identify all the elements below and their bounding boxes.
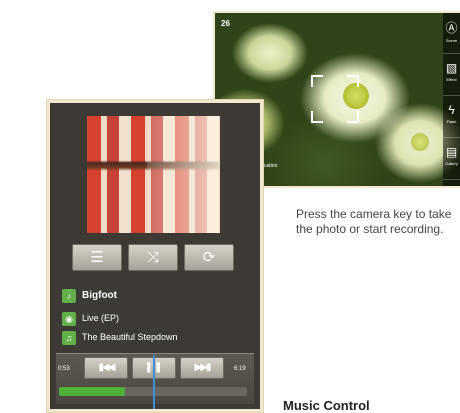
list-icon: ☰ bbox=[90, 249, 104, 266]
effect-icon: ▧ bbox=[445, 61, 458, 75]
shuffle-icon: ⤨ bbox=[146, 249, 159, 266]
music-control-heading: Music Control bbox=[283, 398, 370, 413]
artist-name: Bigfoot bbox=[82, 290, 117, 301]
previous-icon: ▮◀◀ bbox=[98, 362, 116, 373]
focus-bracket[interactable] bbox=[311, 75, 359, 123]
next-button[interactable]: ▶▶▮ bbox=[180, 357, 224, 379]
gallery-button[interactable]: ▤ Gallery bbox=[443, 139, 460, 180]
music-player: ☰ ⤨ ⟳ ♪ Bigfoot ◉ Live (EP) ♫ The Beauti… bbox=[50, 103, 260, 409]
previous-button[interactable]: ▮◀◀ bbox=[84, 357, 128, 379]
callout-pointer bbox=[153, 355, 155, 409]
playback-mode-controls: ☰ ⤨ ⟳ bbox=[72, 244, 235, 271]
shuffle-button[interactable]: ⤨ bbox=[128, 244, 178, 271]
scene-button[interactable]: Ⓐ Scene bbox=[443, 13, 460, 54]
repeat-button[interactable]: ⟳ bbox=[184, 244, 234, 271]
effect-button[interactable]: ▧ Effect bbox=[443, 55, 460, 96]
repeat-icon: ⟳ bbox=[202, 249, 216, 266]
song-title: The Beautiful Stepdown bbox=[82, 332, 178, 342]
artist-row: ♪ Bigfoot bbox=[62, 289, 252, 305]
album-art bbox=[87, 116, 220, 233]
progress-fill bbox=[59, 387, 125, 396]
music-note-icon: ♫ bbox=[62, 331, 76, 345]
frame-counter: 26 bbox=[221, 19, 230, 28]
total-duration: 6:19 bbox=[234, 366, 246, 372]
flash-button[interactable]: ϟ Flash bbox=[443, 97, 460, 138]
song-row: ♫ The Beautiful Stepdown bbox=[62, 331, 252, 347]
elapsed-time: 0:53 bbox=[58, 366, 70, 372]
flower-center-secondary bbox=[411, 133, 429, 151]
next-icon: ▶▶▮ bbox=[194, 362, 212, 373]
camera-side-bar: Ⓐ Scene ▧ Effect ϟ Flash ▤ Gallery bbox=[443, 13, 460, 186]
gallery-icon: ▤ bbox=[445, 145, 458, 159]
disc-icon: ◉ bbox=[62, 312, 76, 326]
playlist-button[interactable]: ☰ bbox=[72, 244, 122, 271]
flash-icon: ϟ bbox=[448, 103, 455, 117]
scene-icon: Ⓐ bbox=[445, 21, 458, 35]
album-name: Live (EP) bbox=[82, 313, 120, 323]
transport-bar: 0:53 ▮◀◀ ❚❚ ▶▶▮ 6:19 bbox=[56, 353, 254, 404]
microphone-icon: ♪ bbox=[62, 289, 76, 303]
album-row: ◉ Live (EP) bbox=[62, 312, 252, 328]
camera-caption: Press the camera key to take the photo o… bbox=[296, 207, 452, 236]
